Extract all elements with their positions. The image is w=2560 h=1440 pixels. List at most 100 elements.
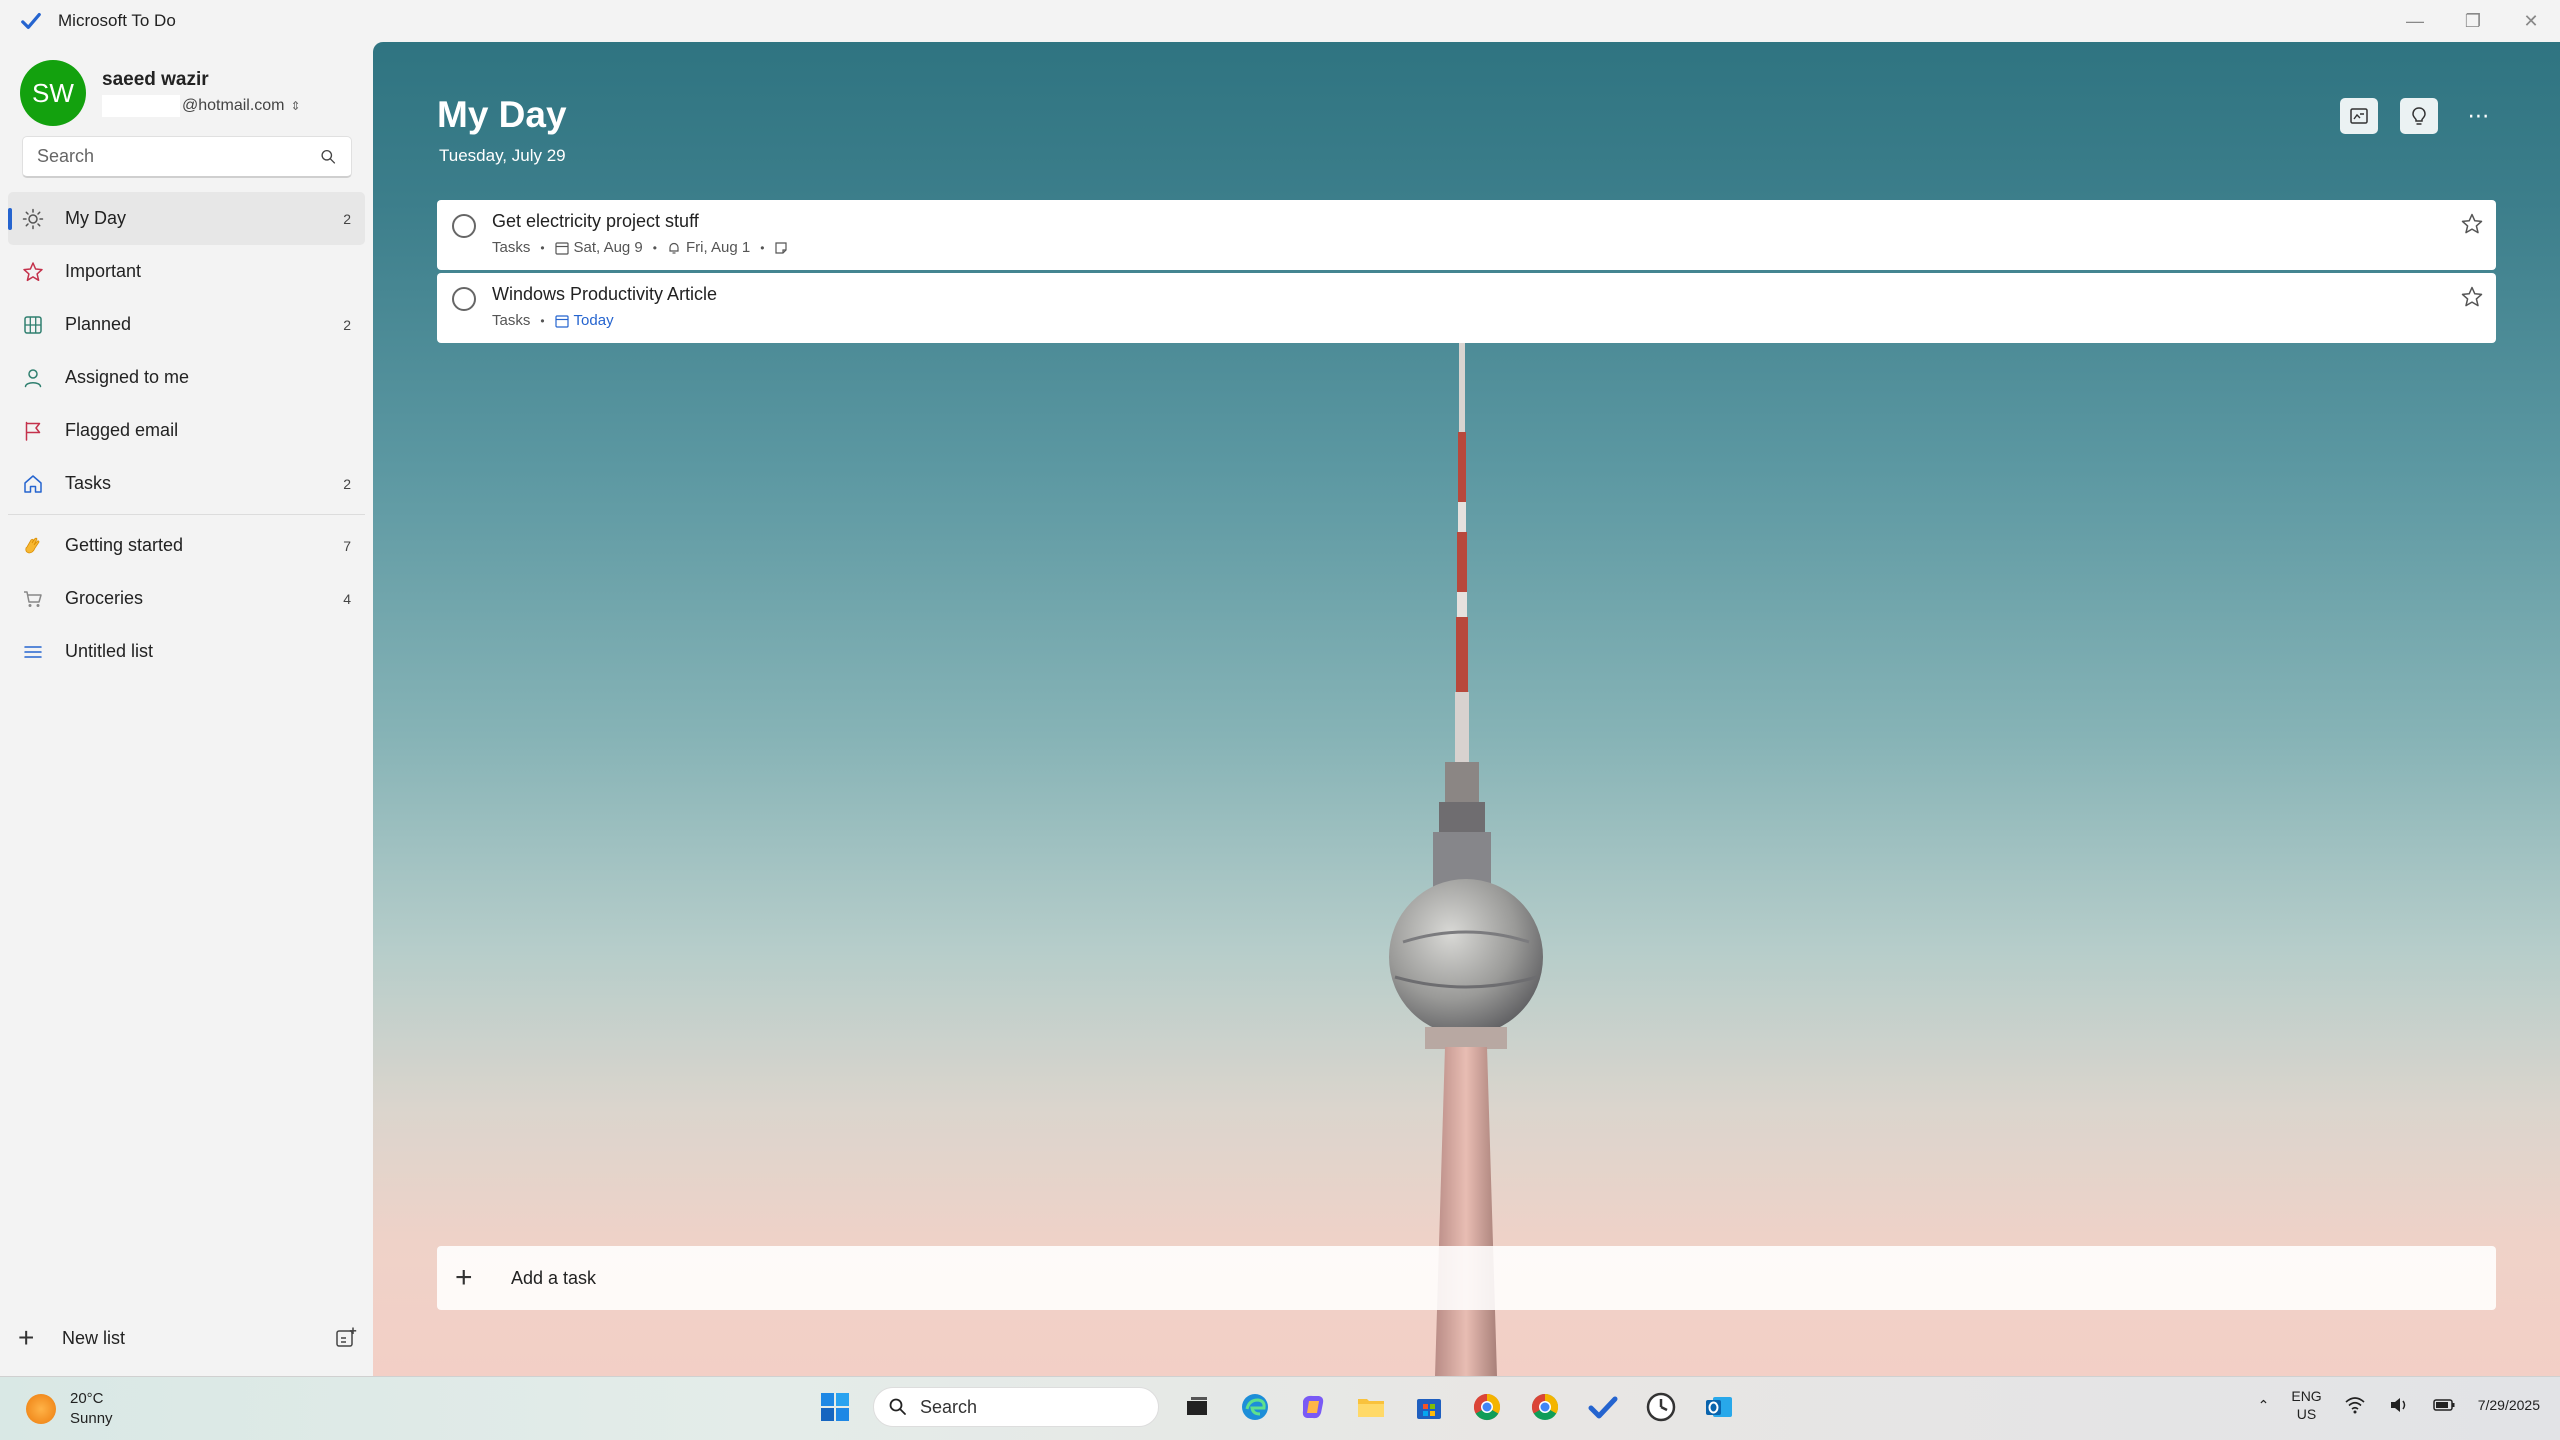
restore-icon[interactable]: ❐ (2444, 0, 2502, 42)
chrome-profile-icon[interactable] (1525, 1387, 1565, 1427)
calendar-grid-icon (22, 314, 44, 336)
meta-separator: • (540, 240, 545, 255)
sidebar-item-label: Planned (65, 314, 132, 334)
complete-checkbox[interactable] (452, 287, 476, 311)
sidebar-item-untitled-list[interactable]: Untitled list (8, 625, 365, 678)
reminder-bell-icon (669, 242, 679, 254)
item-count: 2 (343, 316, 351, 333)
language-indicator[interactable]: ENG US (2291, 1387, 2321, 1423)
sidebar-item-tasks[interactable]: Tasks 2 (8, 457, 365, 510)
sidebar-item-label: My Day (65, 208, 127, 228)
microsoft-store-icon[interactable] (1409, 1387, 1449, 1427)
add-task-input[interactable]: + Add a task (437, 1246, 2496, 1310)
weather-sun-icon (26, 1394, 56, 1424)
account-email: @hotmail.com (182, 97, 285, 114)
title-bar: Microsoft To Do — ❐ ✕ (0, 0, 2560, 42)
task-due-date: Sat, Aug 9 (573, 239, 643, 256)
weather-temp: 20°C (70, 1390, 104, 1407)
sidebar-item-my-day[interactable]: My Day 2 (8, 192, 365, 245)
more-options-icon[interactable]: ⋯ (2460, 98, 2498, 134)
account-switcher[interactable]: SW saeed wazir @hotmail.com ⇕ (20, 60, 301, 126)
new-list-button[interactable]: + New list (18, 1318, 358, 1358)
search-input[interactable] (37, 146, 321, 167)
lightbulb-icon (2412, 107, 2426, 125)
sidebar-item-label: Groceries (65, 588, 144, 608)
task-item[interactable]: Windows Productivity Article Tasks • Tod… (437, 273, 2496, 343)
taskbar-search[interactable]: Search (873, 1387, 1159, 1427)
search-icon (889, 1398, 906, 1415)
new-list-label: New list (62, 1327, 126, 1348)
wifi-icon[interactable] (2344, 1394, 2366, 1416)
sidebar-item-planned[interactable]: Planned 2 (8, 298, 365, 351)
chrome-icon[interactable] (1467, 1387, 1507, 1427)
sidebar-item-groceries[interactable]: Groceries 4 (8, 572, 365, 625)
sidebar-item-label: Important (65, 261, 142, 281)
sidebar-item-important[interactable]: Important (8, 245, 365, 298)
sidebar-item-assigned-to-me[interactable]: Assigned to me (8, 351, 365, 404)
main-pane: My Day Tuesday, July 29 ⋯ Get electricit… (373, 42, 2560, 1376)
meta-separator: • (652, 240, 657, 255)
complete-checkbox[interactable] (452, 214, 476, 238)
account-email-row: @hotmail.com ⇕ (102, 95, 301, 117)
person-icon (22, 367, 44, 389)
minimize-icon[interactable]: — (2386, 0, 2444, 42)
search-box[interactable] (22, 136, 352, 178)
cart-icon (22, 588, 44, 610)
task-item[interactable]: Get electricity project stuff Tasks • Sa… (437, 200, 2496, 270)
chevron-updown-icon[interactable]: ⇕ (291, 99, 301, 113)
calendar-icon (554, 314, 569, 328)
task-reminder: Fri, Aug 1 (685, 239, 751, 256)
task-title[interactable]: Windows Productivity Article (492, 284, 717, 305)
add-task-label: Add a task (511, 1267, 597, 1288)
sidebar-item-flagged-email[interactable]: Flagged email (8, 404, 365, 457)
clock-date: 7/29/2025 (2477, 1397, 2540, 1413)
volume-icon[interactable] (2388, 1394, 2410, 1416)
windows-start-icon[interactable] (815, 1387, 855, 1427)
edge-icon[interactable] (1235, 1387, 1275, 1427)
copilot-icon[interactable] (1293, 1387, 1333, 1427)
flag-icon (22, 420, 44, 442)
star-icon (22, 261, 44, 283)
avatar[interactable]: SW (20, 60, 86, 126)
chevron-up-icon[interactable]: ⌃ (2258, 1397, 2270, 1414)
task-view-icon[interactable] (1177, 1387, 1217, 1427)
new-group-icon[interactable] (334, 1326, 358, 1350)
windows-taskbar: 20°C Sunny Search ⌃ ENG US 7/29/2025 (0, 1376, 2560, 1440)
task-due-date: Today (573, 312, 614, 329)
lang-code: ENG (2291, 1388, 2322, 1404)
star-icon[interactable] (2460, 285, 2484, 309)
sidebar-item-label: Assigned to me (65, 367, 190, 387)
todo-check-icon (21, 12, 41, 30)
item-count: 4 (343, 590, 351, 607)
star-icon[interactable] (2460, 212, 2484, 236)
search-icon[interactable] (320, 148, 337, 166)
wave-hand-icon (22, 535, 44, 557)
change-background-button[interactable] (2340, 98, 2378, 134)
weather-widget[interactable]: 20°C Sunny (26, 1389, 113, 1429)
todo-app-icon[interactable] (1583, 1387, 1623, 1427)
clock-app-icon[interactable] (1641, 1387, 1681, 1427)
taskbar-apps: Search (815, 1387, 1739, 1427)
item-count: 2 (343, 475, 351, 492)
weather-desc: Sunny (70, 1410, 113, 1427)
nav-list: My Day 2 Important Planned 2 Assigned to… (8, 192, 365, 678)
task-title[interactable]: Get electricity project stuff (492, 211, 699, 232)
plus-icon: + (18, 1322, 35, 1353)
window-controls: — ❐ ✕ (2386, 0, 2560, 42)
sidebar-item-getting-started[interactable]: Getting started 7 (8, 519, 365, 572)
system-tray: ⌃ ENG US 7/29/2025 (2258, 1387, 2540, 1423)
suggestions-button[interactable] (2400, 98, 2438, 134)
meta-separator: • (760, 240, 765, 255)
outlook-icon[interactable] (1699, 1387, 1739, 1427)
item-count: 7 (343, 537, 351, 554)
clock[interactable]: 7/29/2025 (2478, 1396, 2540, 1414)
close-icon[interactable]: ✕ (2502, 0, 2560, 42)
sidebar-item-label: Tasks (65, 473, 112, 493)
account-name: saeed wazir (102, 69, 209, 90)
sidebar-item-label: Flagged email (65, 420, 179, 440)
email-redaction (102, 95, 180, 117)
note-icon (775, 241, 787, 254)
file-explorer-icon[interactable] (1351, 1387, 1391, 1427)
sidebar-item-label: Getting started (65, 535, 184, 555)
battery-icon[interactable] (2432, 1394, 2456, 1416)
